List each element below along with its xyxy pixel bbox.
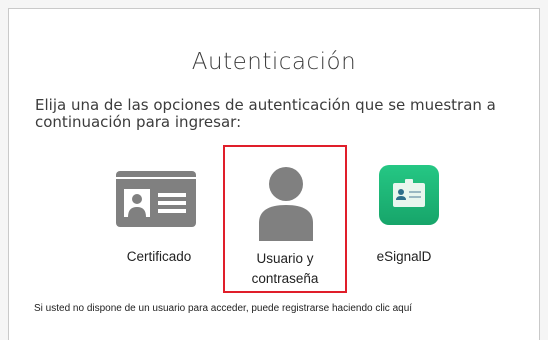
register-link[interactable]: aquí [393,303,412,314]
option-label: Usuario y contraseña [251,251,319,286]
authentication-panel: Autenticación Elija una de las opciones … [8,8,540,340]
option-usuario-contrasena[interactable]: Usuario y contraseña [223,145,347,293]
user-silhouette-icon [255,167,317,241]
instruction-text: Elija una de las opciones de autenticaci… [35,96,496,131]
option-esignalid[interactable]: eSignalD [367,161,467,281]
id-card-icon [116,171,196,227]
register-note: Si usted no dispone de un usuario para a… [34,303,413,314]
option-label: Certificado [126,249,192,264]
page-title: Autenticación [191,49,357,75]
badge-app-icon [379,165,439,225]
option-certificado[interactable]: Certificado [109,161,209,281]
option-label: eSignalD [376,249,432,264]
